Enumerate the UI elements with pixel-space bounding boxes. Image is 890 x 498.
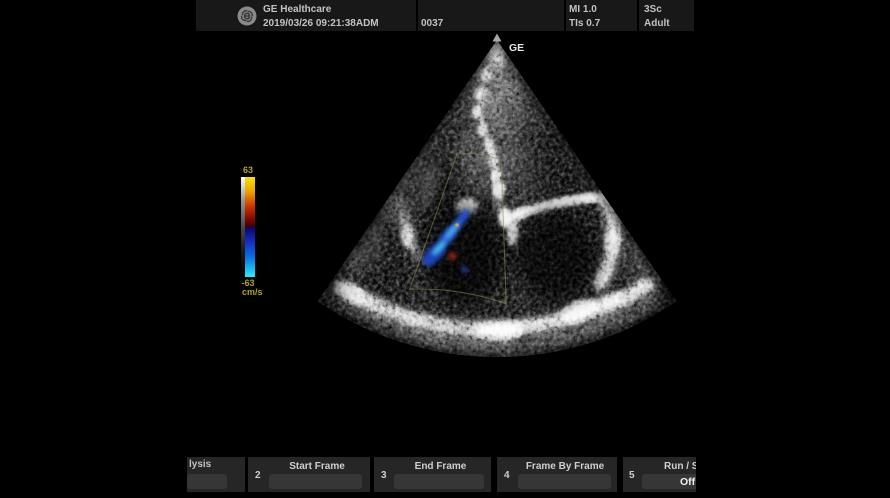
- svg-text:GE: GE: [509, 42, 524, 54]
